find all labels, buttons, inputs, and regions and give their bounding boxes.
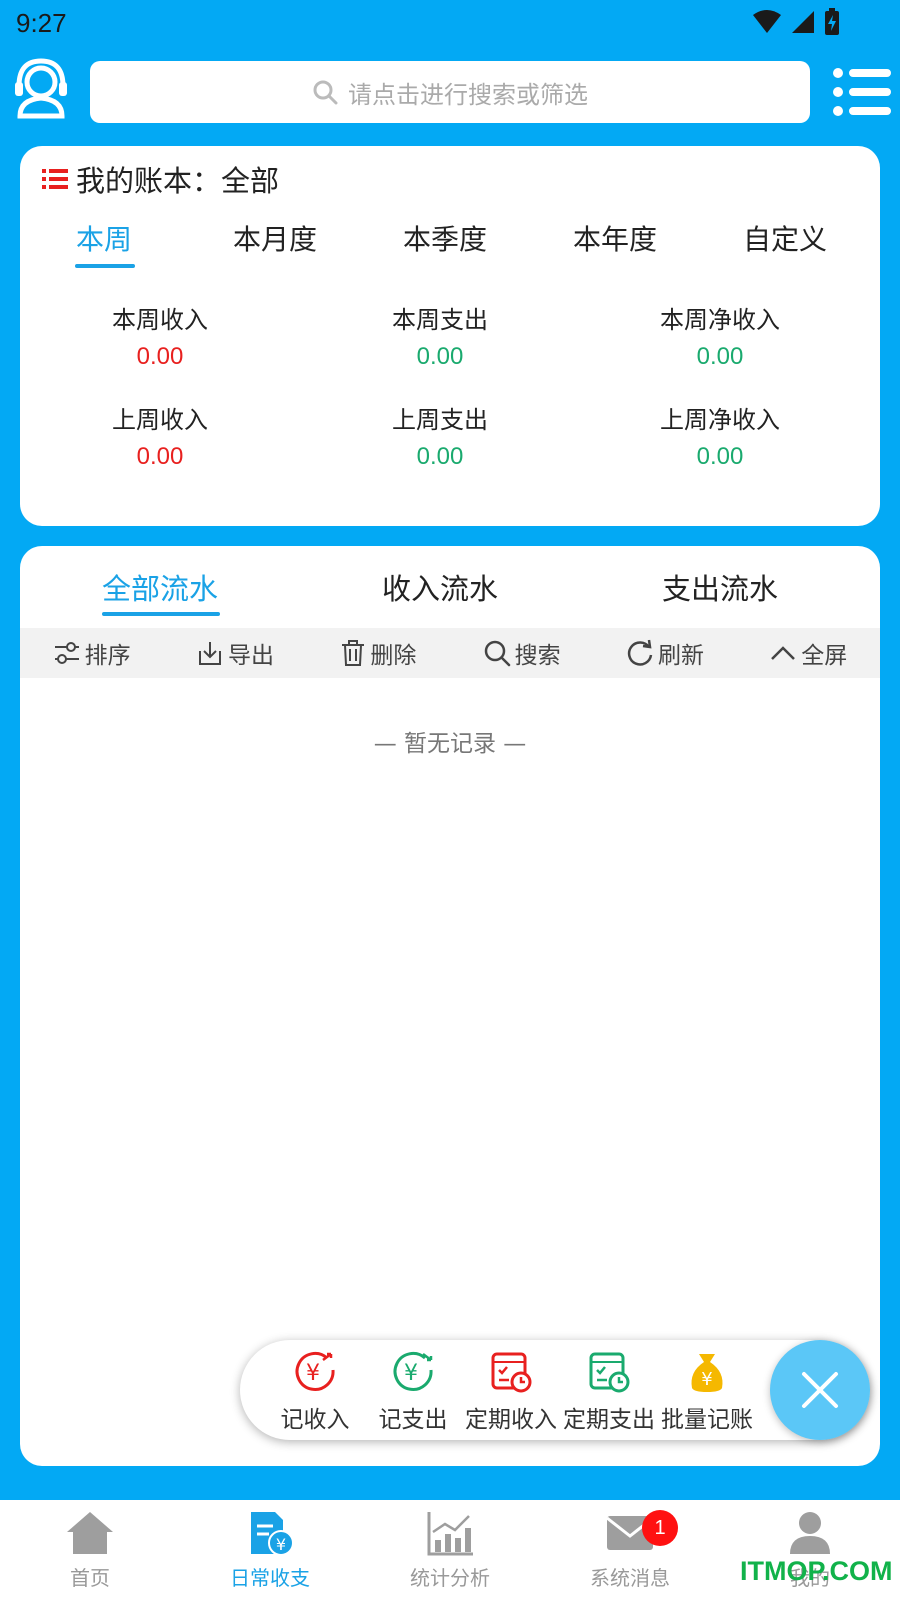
stat-last-week-income: 上周收入 0.00 (20, 400, 300, 471)
stat-value: 0.00 (416, 443, 464, 470)
batch-entry-label: 批量记账 (661, 1407, 753, 1433)
stat-label: 本周收入 (112, 306, 208, 334)
stat-label: 上周净收入 (660, 406, 780, 434)
stat-value: 0.00 (696, 343, 744, 370)
svg-text:¥: ¥ (276, 1535, 286, 1554)
status-icons (752, 8, 840, 36)
person-icon (790, 1512, 830, 1554)
refresh-button[interactable]: 刷新 (593, 636, 736, 670)
sort-label: 排序 (84, 643, 131, 669)
status-time: 9:27 (16, 8, 67, 38)
stat-label: 本周净收入 (660, 306, 780, 334)
stat-last-week-net: 上周净收入 0.00 (580, 400, 860, 471)
nav-daily-bill[interactable]: ¥ 日常收支 (180, 1510, 360, 1591)
flow-tab-underline (102, 612, 220, 616)
stat-value: 0.00 (696, 443, 744, 470)
search-icon (313, 80, 338, 105)
nav-messages[interactable]: 1 系统消息 (540, 1510, 720, 1591)
stat-this-week-expense: 本周支出 0.00 (300, 300, 580, 371)
list-toolbar: 排序 导出 删除 搜索 刷新 全屏 (20, 628, 880, 678)
calendar-clock-icon (491, 1352, 532, 1393)
add-income-button[interactable]: ¥ 记收入 (265, 1350, 365, 1434)
search-placeholder: 请点击进行搜索或筛选 (348, 80, 588, 109)
tab-expense-flow[interactable]: 支出流水 (580, 566, 860, 608)
tab-this-week[interactable]: 本周 (64, 218, 144, 258)
close-quick-actions-button[interactable] (770, 1340, 870, 1440)
stat-this-week-income: 本周收入 0.00 (20, 300, 300, 371)
sort-icon (54, 642, 79, 664)
fullscreen-label: 全屏 (801, 643, 848, 669)
stat-label: 上周支出 (392, 406, 488, 434)
nav-label: 首页 (70, 1566, 110, 1590)
menu-icon[interactable] (832, 66, 892, 118)
stat-this-week-net: 本周净收入 0.00 (580, 300, 860, 371)
batch-entry-button[interactable]: ¥ 批量记账 (657, 1350, 757, 1434)
nav-home[interactable]: 首页 (0, 1510, 180, 1591)
chevron-up-icon (771, 646, 796, 660)
customer-service-icon[interactable] (14, 58, 68, 120)
tab-income-flow[interactable]: 收入流水 (300, 566, 580, 608)
transaction-list-card: 全部流水 收入流水 支出流水 排序 导出 删除 搜索 刷新 全屏 — 暂无记录 … (20, 546, 880, 1466)
stat-value: 0.00 (136, 443, 184, 470)
close-icon (802, 1372, 838, 1408)
stat-value: 0.00 (136, 343, 184, 370)
recurring-income-button[interactable]: 定期收入 (461, 1350, 561, 1434)
tab-all-flow[interactable]: 全部流水 (20, 566, 300, 608)
home-icon (67, 1512, 113, 1554)
nav-statistics[interactable]: 统计分析 (360, 1510, 540, 1591)
nav-label: 系统消息 (590, 1566, 670, 1590)
stat-last-week-expense: 上周支出 0.00 (300, 400, 580, 471)
recurring-expense-button[interactable]: 定期支出 (559, 1350, 659, 1434)
delete-label: 删除 (370, 643, 417, 669)
tab-this-year[interactable]: 本年度 (560, 218, 670, 258)
watermark: ITMOP.COM (740, 1556, 893, 1586)
stat-value: 0.00 (416, 343, 464, 370)
signal-icon (792, 11, 814, 33)
calendar-clock-icon (589, 1352, 630, 1393)
money-bag-icon: ¥ (691, 1354, 723, 1392)
recurring-expense-label: 定期支出 (563, 1407, 655, 1433)
svg-text:¥: ¥ (306, 1361, 320, 1386)
svg-text:¥: ¥ (701, 1369, 712, 1390)
svg-text:¥: ¥ (404, 1361, 418, 1386)
ledger-selector[interactable]: 我的账本：全部 (42, 158, 279, 200)
unread-badge: 1 (642, 1510, 678, 1546)
search-button[interactable]: 搜索 (450, 636, 593, 670)
add-expense-label: 记支出 (378, 1407, 448, 1433)
nav-label: 日常收支 (230, 1566, 310, 1590)
fullscreen-button[interactable]: 全屏 (737, 636, 880, 670)
stat-label: 本周支出 (392, 306, 488, 334)
ledger-label: 我的账本：全部 (76, 164, 280, 198)
empty-state-text: — 暂无记录 — (373, 731, 527, 757)
daily-bill-icon: ¥ (251, 1512, 294, 1556)
sort-button[interactable]: 排序 (20, 636, 163, 670)
period-tab-underline (75, 264, 135, 268)
chart-icon (427, 1512, 473, 1556)
export-label: 导出 (227, 643, 274, 669)
search-input[interactable]: 请点击进行搜索或筛选 (90, 61, 810, 123)
expense-yuan-icon: ¥ (393, 1351, 433, 1391)
battery-icon (825, 8, 839, 35)
refresh-icon (627, 639, 653, 666)
trash-icon (342, 640, 365, 666)
delete-button[interactable]: 删除 (307, 636, 450, 670)
nav-label: 统计分析 (410, 1566, 490, 1590)
income-yuan-icon: ¥ (295, 1351, 335, 1391)
tab-custom[interactable]: 自定义 (730, 218, 840, 258)
tab-this-month[interactable]: 本月度 (220, 218, 330, 258)
refresh-label: 刷新 (657, 643, 704, 669)
recurring-income-label: 定期收入 (465, 1407, 557, 1433)
download-icon (198, 642, 221, 665)
add-expense-button[interactable]: ¥ 记支出 (363, 1350, 463, 1434)
search-icon (484, 640, 510, 667)
add-income-label: 记收入 (280, 1407, 350, 1433)
list-icon (42, 169, 68, 189)
stat-label: 上周收入 (112, 406, 208, 434)
search-label: 搜索 (514, 643, 561, 669)
export-button[interactable]: 导出 (163, 636, 306, 670)
wifi-icon (753, 10, 781, 33)
ledger-summary-card: 我的账本：全部 本周 本月度 本季度 本年度 自定义 本周收入 0.00 本周支… (20, 146, 880, 526)
tab-this-quarter[interactable]: 本季度 (390, 218, 500, 258)
